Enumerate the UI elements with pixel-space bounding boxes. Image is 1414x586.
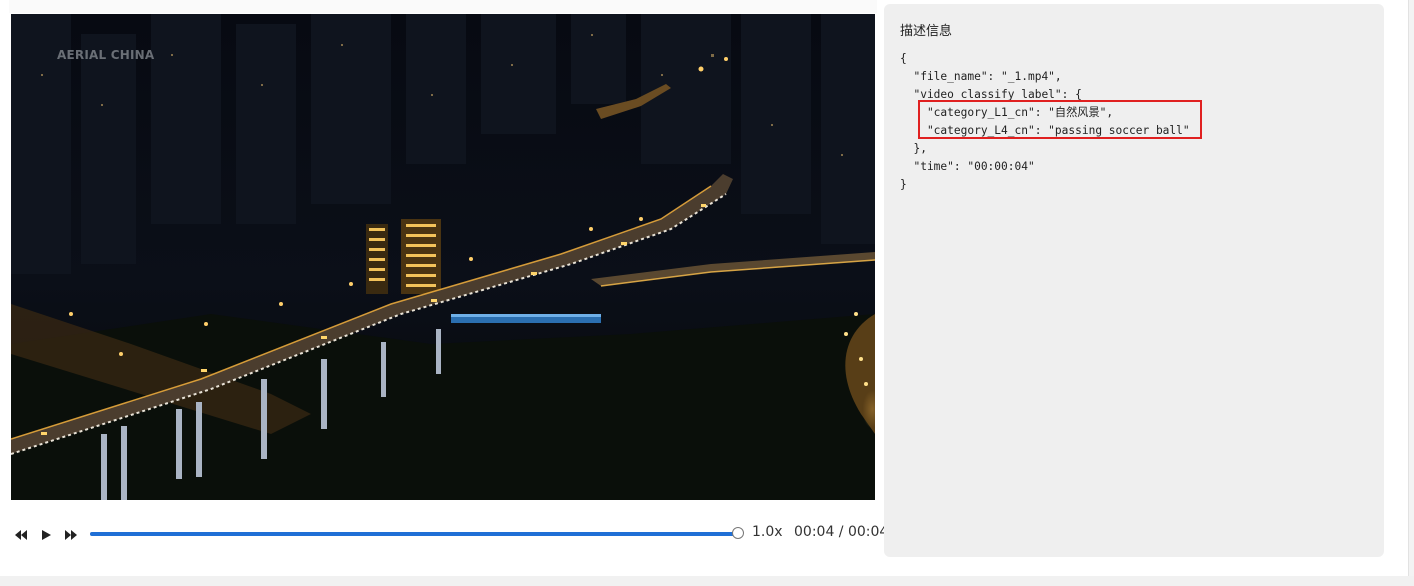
highlight-box xyxy=(918,100,1202,139)
player-top-shade xyxy=(9,0,877,13)
time-display: 00:04 / 00:04 xyxy=(794,524,889,540)
description-title: 描述信息 xyxy=(900,24,953,39)
json-line: "time": "00:00:04" xyxy=(900,160,1035,173)
json-line: }, xyxy=(900,142,927,155)
json-line: "file_name": "_1.mp4", xyxy=(900,70,1062,83)
rewind-icon xyxy=(15,530,27,540)
page-scrollbar-edge[interactable] xyxy=(1408,0,1414,576)
video-player: AERIAL CHINA 1.0x 00:04 / 00:04 xyxy=(9,0,888,560)
progress-knob[interactable] xyxy=(732,527,744,539)
progress-bar[interactable] xyxy=(90,527,744,539)
night-city-aerial-image xyxy=(11,14,875,500)
playback-speed[interactable]: 1.0x xyxy=(752,524,783,540)
video-controls: 1.0x 00:04 / 00:04 xyxy=(9,518,888,548)
fast-forward-icon xyxy=(65,530,77,540)
json-line: { xyxy=(900,52,907,65)
progress-fill xyxy=(90,532,738,536)
fast-forward-button[interactable] xyxy=(64,526,80,540)
description-panel: 描述信息 { "file_name": "_1.mp4", "video_cla… xyxy=(884,4,1384,557)
video-watermark: AERIAL CHINA xyxy=(57,48,155,62)
play-icon xyxy=(42,530,51,540)
rewind-button[interactable] xyxy=(14,526,30,540)
play-button[interactable] xyxy=(40,526,56,540)
page-bottom-strip xyxy=(0,576,1414,586)
json-line: } xyxy=(900,178,907,191)
video-frame[interactable]: AERIAL CHINA xyxy=(11,14,875,500)
